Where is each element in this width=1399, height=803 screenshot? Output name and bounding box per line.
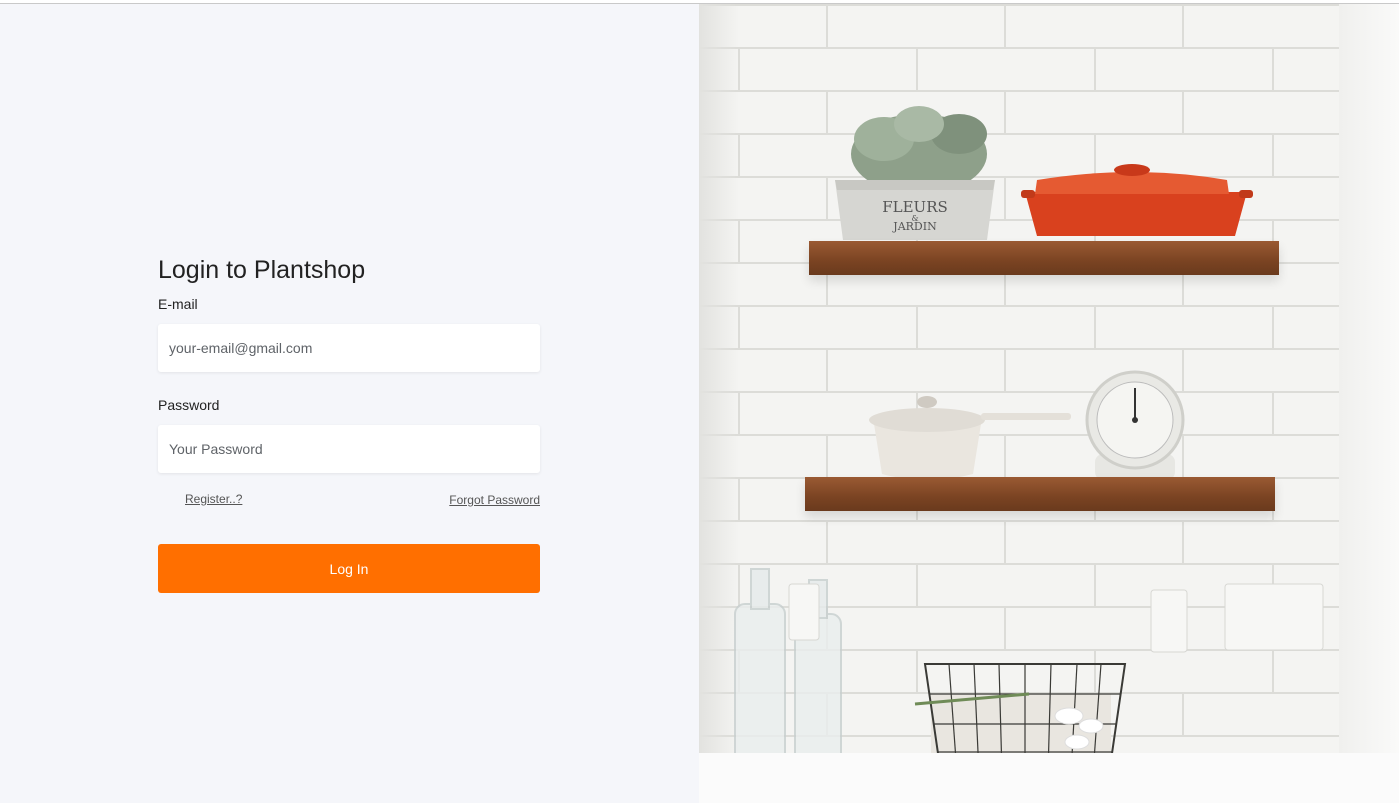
pot-text-jardin: JARDIN	[892, 220, 937, 233]
plant-pot: FLEURS & JARDIN	[835, 180, 995, 240]
forgot-password-link[interactable]: Forgot Password	[449, 493, 540, 507]
page-title: Login to Plantshop	[158, 256, 366, 284]
auth-links: Register..? Forgot Password	[158, 492, 540, 512]
shelf-items: FLEURS & JARDIN	[734, 106, 1324, 775]
white-saucepan	[869, 396, 1071, 480]
kitchen-scale	[1085, 370, 1185, 480]
register-link[interactable]: Register..?	[185, 492, 242, 506]
login-pane: Login to Plantshop E-mail Password Regis…	[0, 4, 699, 803]
lower-shelf	[805, 477, 1275, 511]
email-label: E-mail	[158, 296, 198, 312]
login-form: Login to Plantshop E-mail Password Regis…	[158, 252, 540, 593]
wall-outlets	[788, 583, 1324, 653]
kitchen-shelf-photo: FLEURS & JARDIN	[699, 4, 1399, 803]
login-button[interactable]: Log In	[158, 544, 540, 593]
red-casserole	[1021, 164, 1253, 236]
glass-bottles	[734, 568, 842, 765]
upper-shelf	[809, 241, 1279, 275]
password-input[interactable]	[158, 425, 540, 473]
countertop	[699, 753, 1399, 803]
password-label: Password	[158, 397, 220, 413]
email-input[interactable]	[158, 324, 540, 372]
